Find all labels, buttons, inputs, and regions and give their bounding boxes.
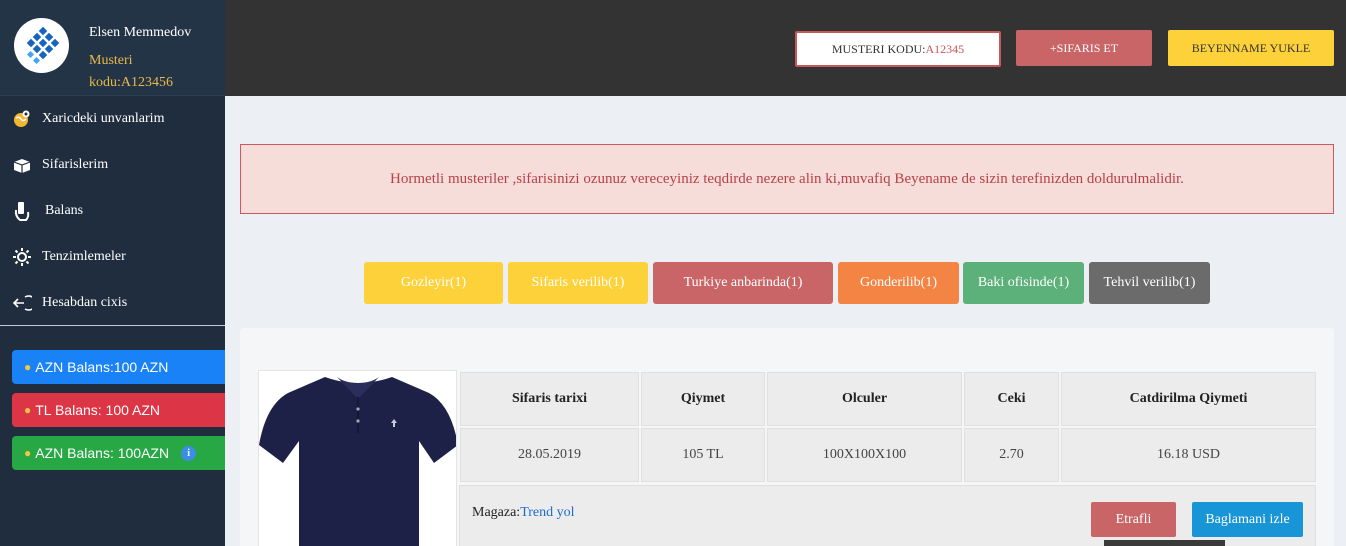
cell-order-date: 28.05.2019 xyxy=(460,428,639,482)
sidebar-item-orders[interactable]: Sifarislerim xyxy=(0,142,225,188)
sidebar-item-addresses[interactable]: Xaricdeki unvanlarim xyxy=(0,96,225,142)
status-waiting-button[interactable]: Gozleyir(1) xyxy=(364,262,503,304)
notice-alert: Hormetli musteriler ,sifarisinizi ozunuz… xyxy=(240,144,1334,214)
info-icon[interactable]: i xyxy=(181,445,197,461)
top-bar: MUSTERI KODU: A12345 +SIFARIS ET BEYENNAM… xyxy=(225,0,1346,96)
status-sent-button[interactable]: Gonderilib(1) xyxy=(838,262,959,304)
upload-declaration-button[interactable]: BEYENNAME YUKLE xyxy=(1168,30,1334,66)
box-icon xyxy=(11,154,33,176)
status-baku-office-button[interactable]: Baki ofisinde(1) xyxy=(963,262,1084,304)
sidebar-menu: Xaricdeki unvanlarim Sifarislerim Balans… xyxy=(0,96,225,326)
customer-code-box: MUSTERI KODU: A12345 xyxy=(795,31,1001,67)
sidebar-item-label: Hesabdan cixis xyxy=(42,295,128,310)
col-header-dimensions: Olculer xyxy=(767,372,962,426)
shop-label: Magaza: xyxy=(472,505,521,520)
cell-delivery-price: 16.18 USD xyxy=(1061,428,1316,482)
cell-price: 105 TL xyxy=(641,428,765,482)
sidebar-item-label: Balans xyxy=(45,203,84,218)
tl-balance-badge[interactable]: ● TL Balans: 100 AZN xyxy=(12,393,225,427)
sidebar-item-label: Sifarislerim xyxy=(42,157,109,172)
azn-balance-badge[interactable]: ● AZN Balans:100 AZN xyxy=(12,350,225,384)
product-image xyxy=(258,370,457,546)
status-turkey-warehouse-button[interactable]: Turkiye anbarinda(1) xyxy=(653,262,833,304)
track-package-button[interactable]: Baglamani izle xyxy=(1192,502,1303,537)
new-order-button[interactable]: +SIFARIS ET xyxy=(1016,30,1152,66)
sidebar-divider xyxy=(0,325,225,326)
bullet-icon: ● xyxy=(24,446,32,460)
company-logo xyxy=(14,18,69,73)
shop-info: Magaza:Trend yol xyxy=(472,505,575,521)
balance-label: AZN Balans: 100AZN xyxy=(35,445,170,461)
sidebar-item-label: Tenzimlemeler xyxy=(42,249,126,264)
balance-label: TL Balans: 100 AZN xyxy=(35,402,161,418)
settings-icon xyxy=(11,246,33,268)
customer-code-value: A12345 xyxy=(925,41,965,56)
hand-money-icon xyxy=(11,200,33,222)
tooltip-edge xyxy=(1104,540,1225,546)
sidebar: Elsen Memmedov Musteri kodu:A123456 Xari… xyxy=(0,0,225,546)
col-header-weight: Ceki xyxy=(964,372,1059,426)
bullet-icon: ● xyxy=(24,360,32,374)
col-header-order-date: Sifaris tarixi xyxy=(460,372,639,426)
shop-row xyxy=(459,485,1316,546)
user-name: Elsen Memmedov xyxy=(89,25,192,40)
customer-code-label: MUSTERI KODU: xyxy=(831,41,926,56)
sidebar-item-settings[interactable]: Tenzimlemeler xyxy=(0,234,225,280)
cell-dimensions: 100X100X100 xyxy=(767,428,962,482)
balance-label: AZN Balans:100 AZN xyxy=(35,359,169,375)
col-header-delivery-price: Catdirilma Qiymeti xyxy=(1061,372,1316,426)
sidebar-item-balance[interactable]: Balans xyxy=(0,188,225,234)
cell-weight: 2.70 xyxy=(964,428,1059,482)
col-header-price: Qiymet xyxy=(641,372,765,426)
sidebar-item-logout[interactable]: Hesabdan cixis xyxy=(0,280,225,326)
status-ordered-button[interactable]: Sifaris verilib(1) xyxy=(508,262,648,304)
globe-pin-icon xyxy=(11,108,33,130)
details-button[interactable]: Etrafli xyxy=(1091,502,1176,537)
bullet-icon: ● xyxy=(24,403,32,417)
shop-link[interactable]: Trend yol xyxy=(520,505,574,520)
logout-icon xyxy=(11,292,33,314)
profile-panel: Elsen Memmedov Musteri kodu:A123456 xyxy=(0,0,225,96)
sidebar-item-label: Xaricdeki unvanlarim xyxy=(42,111,165,126)
azn-balance-badge-2[interactable]: ● AZN Balans: 100AZN i xyxy=(12,436,225,470)
customer-code: Musteri kodu:A123456 xyxy=(89,53,173,90)
status-delivered-button[interactable]: Tehvil verilib(1) xyxy=(1089,262,1210,304)
